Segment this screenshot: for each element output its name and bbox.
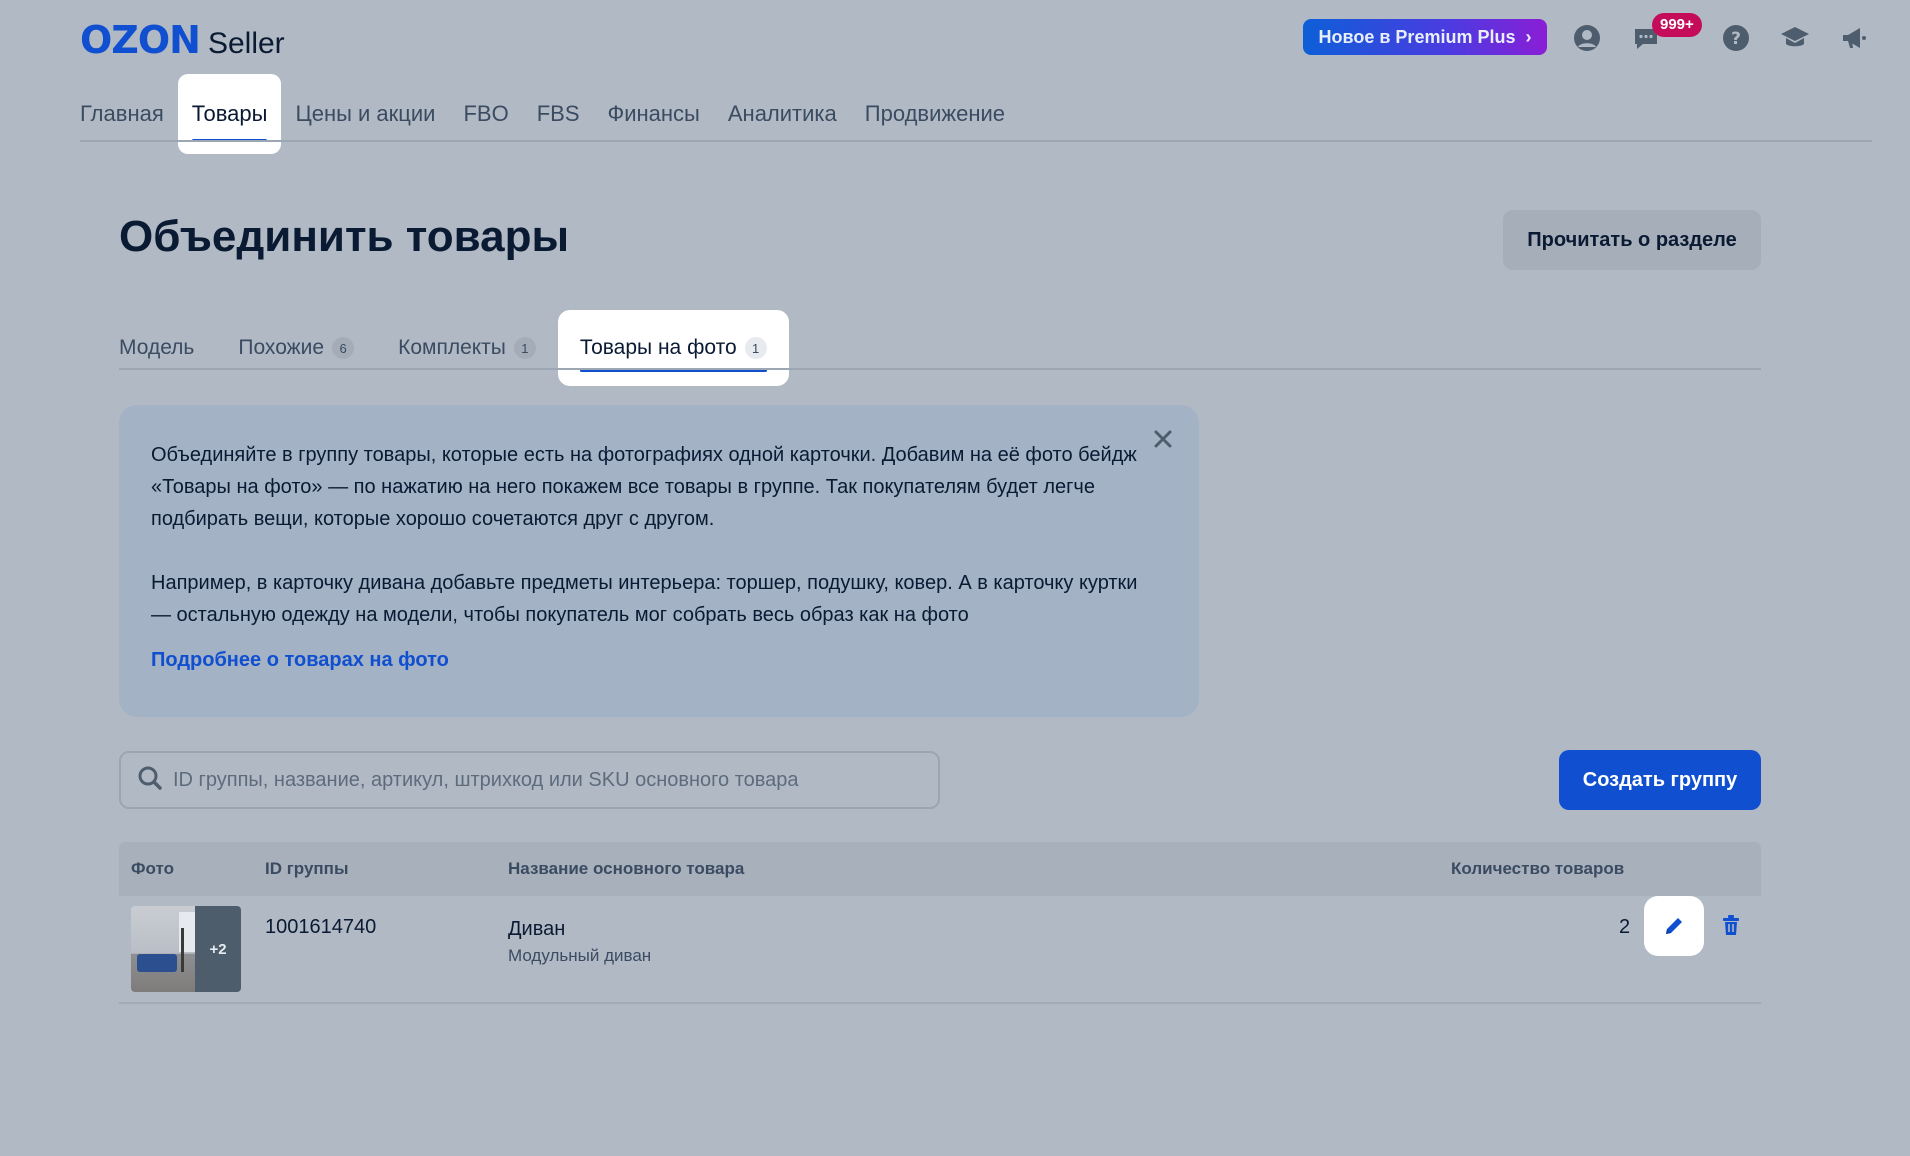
table-row[interactable]: +2 1001614740 Диван Модульный диван 2 bbox=[119, 896, 1761, 1004]
nav-item-analytics[interactable]: Аналитика bbox=[714, 74, 851, 154]
tab-model[interactable]: Модель bbox=[119, 310, 216, 386]
svg-text:?: ? bbox=[1731, 29, 1741, 49]
tab-count-badge: 6 bbox=[332, 337, 355, 359]
page-title: Объединить товары bbox=[119, 212, 570, 261]
logo-ozon: OZON bbox=[80, 18, 201, 62]
banner-paragraph-1: Объединяйте в группу товары, которые ест… bbox=[151, 444, 1137, 530]
logo-seller: Seller bbox=[207, 27, 285, 60]
product-name-value: Диван bbox=[508, 918, 566, 940]
more-photos-count: +2 bbox=[195, 906, 241, 992]
groups-table: Фото ID группы Название основного товара… bbox=[119, 842, 1761, 1004]
nav-item-fbs[interactable]: FBS bbox=[523, 74, 594, 154]
group-tabs: Модель Похожие 6 Комплекты 1 Товары на ф… bbox=[119, 310, 789, 386]
messages-badge: 999+ bbox=[1652, 13, 1702, 37]
column-main-product-name[interactable]: Название основного товара bbox=[508, 842, 744, 896]
tab-label: Комплекты bbox=[398, 336, 506, 359]
create-group-button[interactable]: Создать группу bbox=[1559, 750, 1761, 810]
edit-group-button[interactable] bbox=[1644, 896, 1704, 956]
help-icon[interactable]: ? bbox=[1720, 22, 1752, 54]
product-photo bbox=[131, 906, 195, 992]
nav-item-home[interactable]: Главная bbox=[80, 74, 178, 154]
education-icon[interactable] bbox=[1779, 22, 1811, 54]
premium-plus-button[interactable]: Новое в Premium Plus › bbox=[1303, 19, 1547, 55]
column-photo: Фото bbox=[131, 859, 174, 878]
announcement-icon[interactable] bbox=[1838, 22, 1870, 54]
product-subtitle-value: Модульный диван bbox=[508, 946, 652, 965]
tab-count-badge: 1 bbox=[513, 337, 536, 359]
close-icon[interactable] bbox=[1149, 425, 1177, 453]
logo[interactable]: OZON Seller bbox=[80, 18, 285, 62]
nav-item-finance[interactable]: Финансы bbox=[594, 74, 714, 154]
profile-icon[interactable] bbox=[1571, 22, 1603, 54]
tab-similar[interactable]: Похожие 6 bbox=[216, 310, 376, 386]
group-id-value: 1001614740 bbox=[265, 916, 377, 938]
page: OZON Seller Новое в Premium Plus › 999+ … bbox=[0, 0, 1910, 1156]
premium-plus-label: Новое в Premium Plus bbox=[1318, 26, 1516, 47]
tab-products-on-photo[interactable]: Товары на фото 1 bbox=[557, 310, 789, 386]
nav-item-products[interactable]: Товары bbox=[177, 74, 282, 154]
nav-item-fbo[interactable]: FBO bbox=[449, 74, 522, 154]
search-icon bbox=[137, 765, 163, 796]
table-header: Фото ID группы Название основного товара… bbox=[119, 842, 1761, 896]
banner-paragraph-2: Например, в карточку дивана добавьте пре… bbox=[151, 572, 1138, 626]
column-group-id[interactable]: ID группы bbox=[265, 842, 348, 896]
tab-label: Модель bbox=[119, 336, 195, 359]
delete-group-button[interactable] bbox=[1716, 910, 1746, 940]
nav-item-prices[interactable]: Цены и акции bbox=[281, 74, 449, 154]
main-nav: Главная Товары Цены и акции FBO FBS Фина… bbox=[80, 74, 1019, 154]
product-photo-thumbnail[interactable]: +2 bbox=[131, 906, 241, 992]
learn-more-link[interactable]: Подробнее о товарах на фото bbox=[151, 649, 449, 672]
tab-label: Товары на фото bbox=[579, 336, 737, 359]
column-product-count[interactable]: Количество товаров bbox=[1451, 842, 1624, 896]
tab-count-badge: 1 bbox=[744, 337, 767, 359]
search-box bbox=[119, 751, 940, 809]
info-banner: Объединяйте в группу товары, которые ест… bbox=[119, 405, 1199, 717]
tabs-divider bbox=[119, 368, 1761, 370]
pencil-icon bbox=[1666, 918, 1682, 934]
search-input[interactable] bbox=[173, 768, 933, 792]
nav-item-promotion[interactable]: Продвижение bbox=[851, 74, 1019, 154]
read-about-section-button[interactable]: Прочитать о разделе bbox=[1503, 210, 1761, 270]
trash-icon bbox=[1723, 915, 1739, 935]
tab-label: Похожие bbox=[238, 336, 325, 359]
tab-bundles[interactable]: Комплекты 1 bbox=[376, 310, 558, 386]
chevron-right-icon: › bbox=[1525, 26, 1532, 47]
nav-divider bbox=[80, 140, 1872, 142]
product-count-value: 2 bbox=[1619, 916, 1631, 938]
